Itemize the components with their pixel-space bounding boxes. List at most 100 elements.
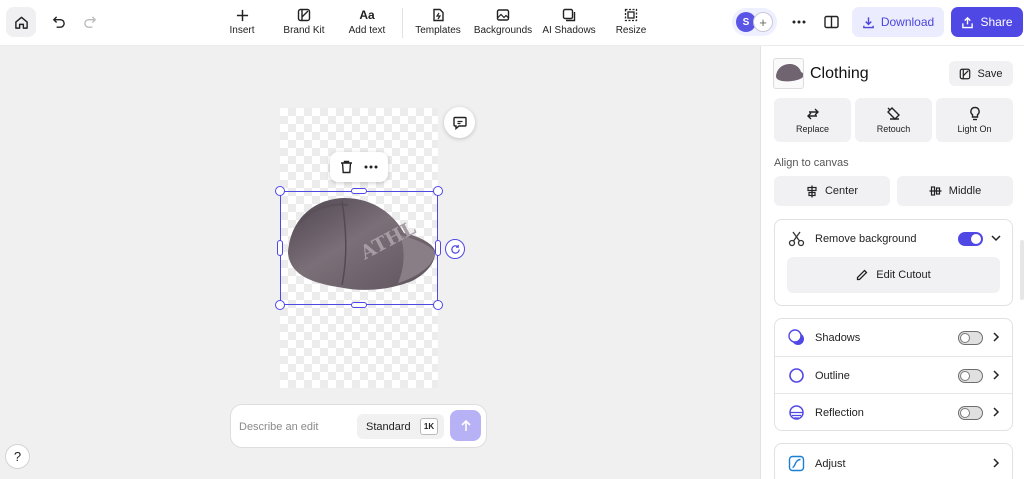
light-on-button[interactable]: Light On	[936, 98, 1013, 142]
adjust-row[interactable]: Adjust	[775, 445, 1012, 479]
home-button[interactable]	[6, 7, 36, 37]
tool-resize[interactable]: Resize	[614, 6, 648, 40]
resize-handle-top[interactable]	[351, 188, 367, 194]
remove-background-label: Remove background	[815, 232, 917, 245]
ai-edit-bubble-button[interactable]	[444, 107, 475, 138]
shadows-row[interactable]: Shadows	[775, 319, 1012, 356]
reflection-toggle[interactable]	[958, 406, 983, 420]
send-edit-button[interactable]	[450, 410, 481, 441]
retouch-button[interactable]: Retouch	[855, 98, 932, 142]
resize-handle-left[interactable]	[277, 240, 283, 256]
shadows-label: Shadows	[815, 331, 861, 344]
replace-button[interactable]: Replace	[774, 98, 851, 142]
tool-ai-shadows[interactable]: AI Shadows	[542, 6, 596, 40]
scissors-icon	[788, 231, 805, 247]
tool-label: AI Shadows	[542, 25, 596, 36]
canvas-area[interactable]: ATHL Standard 1K ?	[0, 46, 760, 479]
help-button[interactable]: ?	[5, 444, 30, 469]
share-icon	[962, 16, 974, 28]
redo-icon	[83, 15, 96, 28]
resize-handle-top-left[interactable]	[275, 186, 285, 196]
tool-brand-kit[interactable]: Brand Kit	[282, 6, 326, 40]
outline-row[interactable]: Outline	[775, 357, 1012, 394]
reflection-label: Reflection	[815, 406, 864, 419]
tool-label: Resize	[615, 25, 647, 36]
tool-add-text[interactable]: Aa Add text	[346, 6, 388, 40]
collaborators[interactable]: S +	[732, 8, 777, 36]
align-center-button[interactable]: Center	[774, 176, 890, 206]
share-button[interactable]: Share	[951, 7, 1023, 37]
align-middle-label: Middle	[948, 185, 982, 197]
resize-handle-right[interactable]	[435, 240, 441, 256]
top-toolbar: Insert Brand Kit Aa Add text Templates B…	[0, 0, 1024, 46]
tool-label: Insert	[229, 25, 255, 36]
tool-label: Templates	[415, 25, 461, 36]
align-section-label: Align to canvas	[774, 157, 849, 169]
outline-icon	[789, 368, 804, 383]
resize-handle-top-right[interactable]	[433, 186, 443, 196]
remove-background-toggle[interactable]	[958, 232, 983, 246]
resize-handle-bottom-left[interactable]	[275, 300, 285, 310]
align-middle-icon	[929, 186, 942, 196]
tile-label: Light On	[957, 124, 992, 134]
redo-button[interactable]	[76, 8, 104, 36]
outline-toggle[interactable]	[958, 369, 983, 383]
backgrounds-icon	[496, 9, 510, 21]
share-label: Share	[980, 15, 1013, 29]
resize-handle-bottom-right[interactable]	[433, 300, 443, 310]
selection-frame[interactable]	[280, 191, 438, 305]
tool-label: Brand Kit	[283, 25, 325, 36]
tool-templates[interactable]: Templates	[414, 6, 462, 40]
ai-shadows-icon	[562, 8, 576, 22]
replace-icon	[806, 108, 819, 119]
shadows-toggle[interactable]	[958, 331, 983, 345]
quality-selector[interactable]: Standard 1K	[357, 414, 444, 439]
trash-icon[interactable]	[340, 160, 353, 174]
tool-backgrounds[interactable]: Backgrounds	[474, 6, 532, 40]
edit-cutout-button[interactable]: Edit Cutout	[787, 257, 1000, 293]
tool-label: Backgrounds	[473, 25, 533, 36]
properties-panel: Clothing Save Replace Retouch Light On A…	[760, 46, 1024, 479]
chevron-right-icon[interactable]	[990, 369, 1002, 381]
save-button[interactable]: Save	[949, 61, 1013, 86]
cap-thumbnail-image	[776, 64, 803, 82]
align-middle-button[interactable]: Middle	[897, 176, 1013, 206]
toggle-panel-button[interactable]	[817, 8, 845, 36]
toolbar-divider	[402, 8, 403, 38]
brand-kit-icon	[960, 68, 971, 79]
home-icon	[14, 16, 28, 29]
save-label: Save	[977, 67, 1003, 80]
tool-label: Add text	[348, 25, 386, 36]
plus-icon: +	[759, 14, 767, 30]
chevron-right-icon[interactable]	[990, 331, 1002, 343]
light-bulb-icon	[969, 106, 980, 121]
edit-prompt-input[interactable]	[239, 415, 354, 439]
more-horizontal-icon	[792, 20, 806, 24]
adjust-label: Adjust	[815, 457, 846, 470]
reflection-icon	[789, 405, 804, 420]
undo-button[interactable]	[44, 8, 72, 36]
chevron-right-icon[interactable]	[990, 457, 1002, 469]
more-horizontal-icon[interactable]	[364, 165, 378, 169]
ai-edit-prompt-box: Standard 1K	[230, 404, 487, 448]
element-floating-toolbar	[330, 152, 388, 182]
resolution-badge: 1K	[420, 418, 438, 435]
chevron-right-icon[interactable]	[990, 406, 1002, 418]
remove-background-row[interactable]: Remove background	[775, 220, 1012, 257]
panel-scroll-edge[interactable]	[1020, 240, 1024, 300]
download-icon	[862, 16, 874, 28]
more-options-button[interactable]	[785, 8, 813, 36]
align-center-icon	[807, 185, 817, 197]
quality-label: Standard	[366, 420, 411, 433]
tool-insert[interactable]: Insert	[222, 6, 262, 40]
resize-handle-bottom[interactable]	[351, 302, 367, 308]
download-label: Download	[880, 15, 935, 29]
chevron-down-icon[interactable]	[990, 232, 1002, 244]
outline-label: Outline	[815, 369, 850, 382]
effects-card: Shadows Outline Reflection	[774, 318, 1013, 431]
reflection-row[interactable]: Reflection	[775, 394, 1012, 431]
download-button[interactable]: Download	[852, 7, 944, 37]
templates-icon	[432, 8, 444, 22]
add-collaborator-button[interactable]: +	[753, 12, 773, 32]
rotate-handle[interactable]	[445, 239, 465, 259]
